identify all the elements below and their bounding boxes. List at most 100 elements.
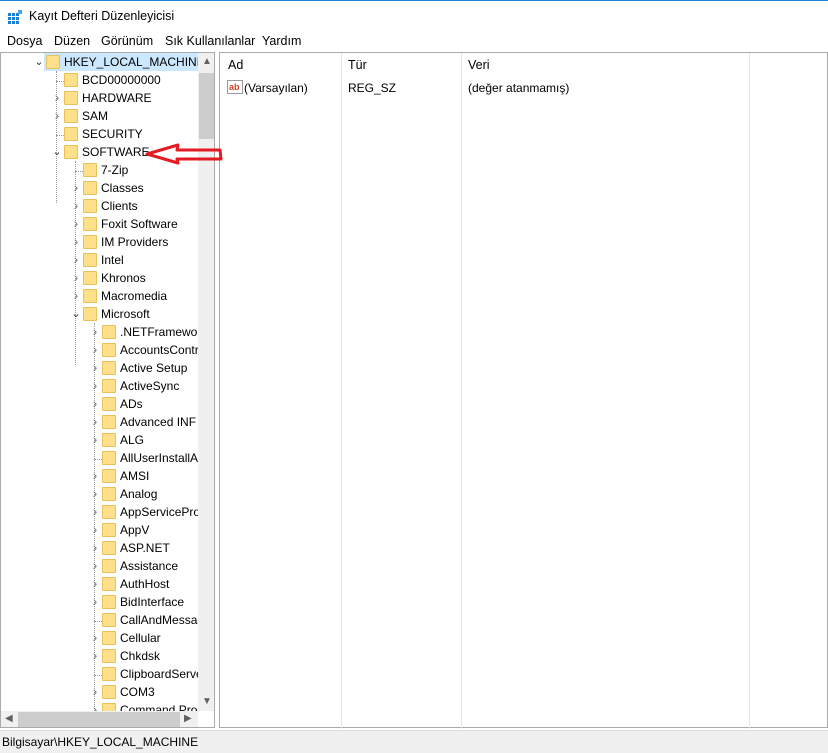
tree-item[interactable]: ⌄ HKEY_LOCAL_MACHINE xyxy=(34,53,198,71)
window-title: Kayıt Defteri Düzenleyicisi xyxy=(29,9,175,23)
tree-item-label: AccountsControl xyxy=(120,343,198,357)
folder-icon xyxy=(64,73,78,87)
menu-gorunum[interactable]: Görünüm xyxy=(101,34,153,48)
folder-icon xyxy=(102,361,116,375)
svg-text:ab: ab xyxy=(229,82,240,92)
chevron-right-icon[interactable]: › xyxy=(70,251,82,267)
tree-item-label: BidInterface xyxy=(120,595,185,609)
tree-item-label: Active Setup xyxy=(120,361,188,375)
registry-editor-icon xyxy=(8,10,22,24)
tree-item-label: ASP.NET xyxy=(120,541,170,555)
scroll-right-icon[interactable]: ▶ xyxy=(184,713,192,724)
column-divider[interactable] xyxy=(749,53,750,729)
chevron-right-icon[interactable]: › xyxy=(89,557,101,573)
value-data: (değer atanmamış) xyxy=(468,81,570,95)
chevron-right-icon[interactable]: › xyxy=(89,629,101,645)
scroll-thumb[interactable] xyxy=(18,712,180,727)
chevron-right-icon[interactable]: › xyxy=(51,89,63,105)
column-header-data[interactable]: Veri xyxy=(468,58,490,72)
menu-duzen[interactable]: Düzen xyxy=(54,34,90,48)
chevron-right-icon[interactable]: › xyxy=(70,233,82,249)
chevron-right-icon[interactable]: › xyxy=(70,287,82,303)
scroll-thumb[interactable] xyxy=(199,73,214,139)
chevron-right-icon[interactable]: › xyxy=(89,701,101,711)
chevron-right-icon[interactable]: › xyxy=(89,593,101,609)
folder-icon xyxy=(102,325,116,339)
chevron-down-icon[interactable]: ⌄ xyxy=(51,145,63,159)
chevron-right-icon[interactable]: › xyxy=(89,413,101,429)
tree-item-label: ClipboardServer xyxy=(120,667,198,681)
tree-item-label: Intel xyxy=(101,253,124,267)
folder-icon xyxy=(83,289,97,303)
chevron-right-icon[interactable]: › xyxy=(70,179,82,195)
scroll-left-icon[interactable]: ◀ xyxy=(5,713,13,724)
chevron-right-icon[interactable]: › xyxy=(70,269,82,285)
scroll-up-icon[interactable]: ▲ xyxy=(202,56,212,67)
folder-icon xyxy=(102,523,116,537)
chevron-right-icon[interactable]: › xyxy=(70,197,82,213)
folder-icon xyxy=(64,91,78,105)
chevron-right-icon[interactable]: › xyxy=(51,107,63,123)
chevron-right-icon[interactable]: › xyxy=(89,341,101,357)
chevron-right-icon[interactable]: › xyxy=(89,377,101,393)
scroll-down-icon[interactable]: ▼ xyxy=(202,696,212,707)
tree-item-label: HKEY_LOCAL_MACHINE xyxy=(64,55,198,69)
value-name: (Varsayılan) xyxy=(244,81,308,95)
tree-item-label: Macromedia xyxy=(101,289,168,303)
values-list[interactable]: Ad Tür Veri ab (Varsayılan) REG_SZ (değe… xyxy=(219,52,828,729)
folder-icon xyxy=(102,379,116,393)
tree-item-label: .NETFramework xyxy=(120,325,198,339)
tree-item-label: HARDWARE xyxy=(82,91,152,105)
tree-item-label: ALG xyxy=(120,433,145,447)
column-divider[interactable] xyxy=(341,53,342,729)
chevron-right-icon[interactable]: › xyxy=(89,395,101,411)
tree-horizontal-scrollbar[interactable]: ◀ ▶ xyxy=(1,711,198,727)
chevron-right-icon[interactable]: › xyxy=(89,431,101,447)
folder-icon xyxy=(102,487,116,501)
tree-item-label: Command Processor xyxy=(120,703,198,711)
tree-item-label: Khronos xyxy=(101,271,146,285)
chevron-right-icon[interactable]: › xyxy=(89,683,101,699)
folder-icon xyxy=(102,451,116,465)
menu-sik-kullanilanlar[interactable]: Sık Kullanılanlar xyxy=(165,34,255,48)
folder-icon xyxy=(102,559,116,573)
folder-icon xyxy=(102,595,116,609)
tree-item-label: 7-Zip xyxy=(101,163,129,177)
column-header-name[interactable]: Ad xyxy=(228,58,243,72)
column-header-type[interactable]: Tür xyxy=(348,58,367,72)
chevron-right-icon[interactable]: › xyxy=(89,503,101,519)
chevron-down-icon[interactable]: ⌄ xyxy=(33,55,45,69)
chevron-right-icon[interactable]: › xyxy=(89,539,101,555)
chevron-right-icon[interactable]: › xyxy=(89,521,101,537)
tree-item-label: Chkdsk xyxy=(120,649,161,663)
column-divider[interactable] xyxy=(461,53,462,729)
chevron-right-icon[interactable]: › xyxy=(89,467,101,483)
tree-item-label: AMSI xyxy=(120,469,150,483)
folder-icon xyxy=(102,397,116,411)
tree-connector xyxy=(75,163,83,172)
tree-item-label: AppV xyxy=(120,523,150,537)
tree-item-label: ADs xyxy=(120,397,143,411)
menu-dosya[interactable]: Dosya xyxy=(7,34,42,48)
tree-item-label: AppServiceProtocols xyxy=(120,505,198,519)
chevron-right-icon[interactable]: › xyxy=(89,485,101,501)
status-bar: Bilgisayar\HKEY_LOCAL_MACHINE xyxy=(0,730,828,753)
tree-item-label: CallAndMessageEnhancement xyxy=(120,613,198,627)
chevron-right-icon[interactable]: › xyxy=(89,323,101,339)
folder-icon xyxy=(102,703,116,711)
tree-item-label: COM3 xyxy=(120,685,155,699)
folder-icon xyxy=(83,163,97,177)
chevron-right-icon[interactable]: › xyxy=(89,359,101,375)
folder-icon xyxy=(102,613,116,627)
tree-item-label: Analog xyxy=(120,487,158,501)
chevron-right-icon[interactable]: › xyxy=(70,215,82,231)
folder-icon xyxy=(83,235,97,249)
chevron-right-icon[interactable]: › xyxy=(89,575,101,591)
menu-yardim[interactable]: Yardım xyxy=(262,34,301,48)
tree-connector xyxy=(94,667,102,676)
tree-item-label: Foxit Software xyxy=(101,217,178,231)
tree-connector xyxy=(56,127,64,136)
chevron-down-icon[interactable]: ⌄ xyxy=(70,307,82,321)
folder-icon xyxy=(83,199,97,213)
chevron-right-icon[interactable]: › xyxy=(89,647,101,663)
